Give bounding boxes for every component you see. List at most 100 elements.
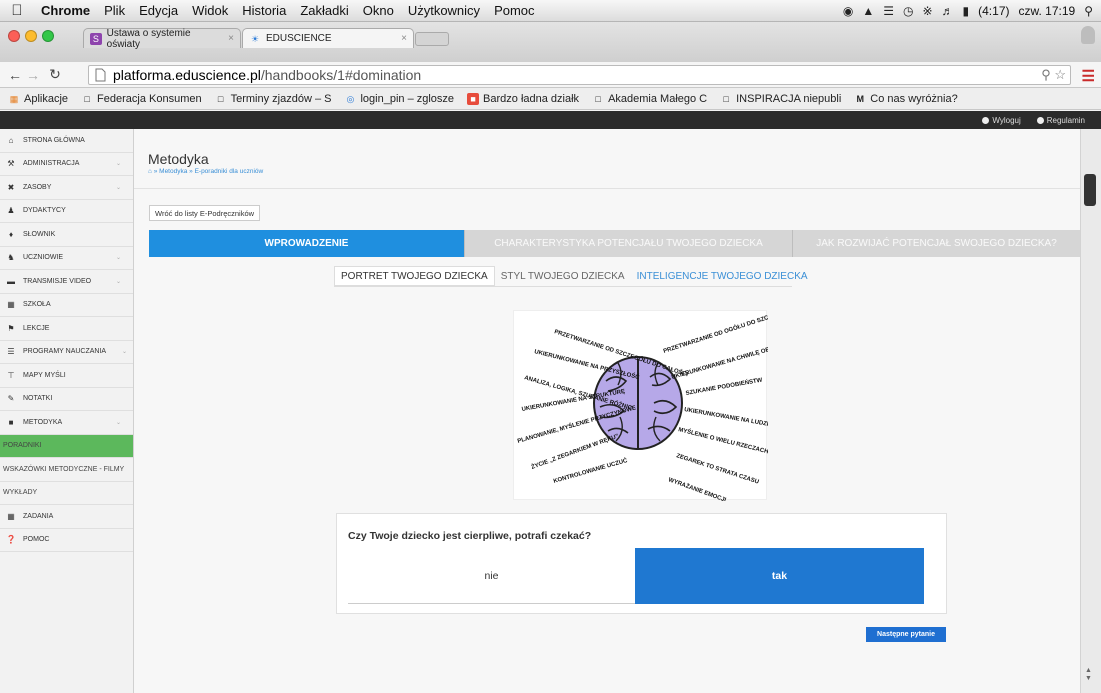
- building-icon: ▦: [7, 300, 15, 310]
- sidebar-subitem-guides[interactable]: PORADNIKI: [0, 434, 133, 458]
- answer-yes-button[interactable]: tak: [635, 548, 924, 604]
- page-header: Metodyka ⌂ » Metodyka » E-poradniki dla …: [134, 129, 1080, 189]
- battery-icon[interactable]: ▮: [963, 4, 970, 18]
- book-icon: ♦: [8, 229, 14, 239]
- page-scrollbar[interactable]: ▲ ▼: [1080, 129, 1101, 693]
- bookmark-item[interactable]: □ Federacja Konsumen: [81, 93, 201, 105]
- bookmark-star-icon[interactable]: ⚲ ☆: [1041, 67, 1070, 83]
- volume-icon[interactable]: ♬: [942, 4, 954, 18]
- bookmark-item[interactable]: □ Terminy zjazdów – S: [215, 93, 332, 105]
- new-tab-button[interactable]: [415, 32, 449, 46]
- tab-eduscience[interactable]: ☀ EDUSCIENCE ×: [242, 28, 414, 48]
- menu-pomoc[interactable]: Pomoc: [487, 3, 541, 18]
- close-tab-icon[interactable]: ×: [401, 33, 407, 44]
- clock[interactable]: czw. 17:19: [1019, 4, 1076, 18]
- next-question-button[interactable]: Następne pytanie: [866, 627, 946, 642]
- sidebar-item-curricula[interactable]: ☰ PROGRAMY NAUCZANIA ⌄: [0, 341, 133, 364]
- page-icon: □: [84, 93, 90, 104]
- menu-historia[interactable]: Historia: [235, 3, 293, 18]
- chevron-down-icon: ⌄: [115, 255, 121, 262]
- bookmark-item[interactable]: ■ Bardzo ładna działk: [467, 92, 579, 105]
- regulations-link[interactable]: Regulamin: [1036, 116, 1085, 125]
- page-icon: [95, 68, 106, 82]
- menu-zakladki[interactable]: Zakładki: [293, 3, 355, 18]
- bluetooth-icon[interactable]: ※: [922, 4, 932, 18]
- address-bar[interactable]: platforma.eduscience.pl /handbooks/1#dom…: [88, 65, 1071, 85]
- menu-app-name[interactable]: Chrome: [34, 3, 97, 18]
- breadcrumb[interactable]: ⌂ » Metodyka » E-poradniki dla uczniów: [148, 168, 263, 175]
- chrome-menu-icon[interactable]: ☰: [1082, 67, 1095, 85]
- sidebar-item-mindmaps[interactable]: ⊤ MAPY MYŚLI: [0, 364, 133, 388]
- browser-tabstrip: S Ustawa o systemie oświaty × ☀ EDUSCIEN…: [0, 22, 1101, 62]
- spotlight-search-icon[interactable]: ⚲: [1084, 4, 1093, 18]
- bookmark-item[interactable]: □ INSPIRACJA niepubli: [720, 93, 841, 105]
- sidebar-item-resources[interactable]: ✖ ZASOBY ⌄: [0, 176, 133, 200]
- tab-introduction[interactable]: WPROWADZENIE: [149, 230, 465, 257]
- window-controls: [8, 30, 54, 42]
- brain-label: UKIERUNKOWANIE NA LUDZI: [684, 407, 768, 428]
- mindmap-icon: ⊤: [7, 370, 15, 380]
- chevron-down-icon: ⌄: [115, 161, 121, 168]
- bookmark-item[interactable]: ◎ login_pin – zglosze: [344, 93, 455, 105]
- sidebar-item-video[interactable]: ▬ TRANSMISJE VIDEO ⌄: [0, 270, 133, 294]
- pencil-icon: ✎: [7, 394, 15, 404]
- sidebar-item-dictionary[interactable]: ♦ SŁOWNIK: [0, 223, 133, 247]
- sidebar-item-school[interactable]: ▦ SZKOŁA: [0, 294, 133, 317]
- minimize-window-button[interactable]: [25, 30, 37, 42]
- ghost-status-icon[interactable]: ◉: [843, 4, 853, 18]
- wrench-icon: ⚒: [7, 159, 15, 169]
- menu-uzytkownicy[interactable]: Użytkownicy: [401, 3, 487, 18]
- sidebar-item-help[interactable]: ❓ POMOC: [0, 529, 133, 552]
- users-icon: ♟: [7, 206, 15, 216]
- brain-label: ZEGAREK TO STRATA CZASU: [675, 453, 759, 485]
- sidebar-item-students[interactable]: ♞ UCZNIOWIE ⌄: [0, 247, 133, 270]
- page-title: Metodyka: [148, 151, 209, 167]
- zoom-window-button[interactable]: [42, 30, 54, 42]
- url-host: platforma.eduscience.pl: [113, 67, 261, 83]
- wifi-icon[interactable]: ☰: [883, 4, 894, 18]
- bell-status-icon[interactable]: ▲: [862, 4, 874, 18]
- forward-arrow-icon[interactable]: →: [24, 67, 42, 83]
- sidebar-item-home[interactable]: ⌂ STRONA GŁÓWNA: [0, 129, 133, 153]
- tab-ustawa[interactable]: S Ustawa o systemie oświaty ×: [83, 28, 241, 50]
- menu-okno[interactable]: Okno: [356, 3, 401, 18]
- sidebar-item-teachers[interactable]: ♟ DYDAKTYCY: [0, 200, 133, 223]
- menu-edycja[interactable]: Edycja: [132, 3, 185, 18]
- tab-how-to-develop[interactable]: JAK ROZWIJAĆ POTENCJAŁ SWOJEGO DZIECKA?: [793, 230, 1080, 257]
- profile-icon[interactable]: [1081, 26, 1095, 44]
- tab-characteristics[interactable]: CHARAKTERYSTYKA POTENCJAŁU TWOJEGO DZIEC…: [465, 230, 793, 257]
- reload-icon[interactable]: ↻: [46, 66, 64, 83]
- back-to-list-button[interactable]: Wróć do listy E-Podręczników: [149, 205, 261, 221]
- sidebar-subitem-method-films[interactable]: WSKAZÓWKI METODYCZNE - FILMY: [0, 458, 133, 482]
- close-window-button[interactable]: [8, 30, 20, 42]
- apple-icon[interactable]: : [0, 2, 34, 19]
- question-text: Czy Twoje dziecko jest cierpliwe, potraf…: [348, 530, 592, 542]
- time-machine-icon[interactable]: ◷: [903, 4, 913, 18]
- chevron-down-icon: ⌄: [115, 184, 121, 191]
- bookmark-item[interactable]: ▦ Aplikacje: [8, 93, 68, 105]
- scroll-arrows-icon[interactable]: ▲ ▼: [1085, 667, 1092, 683]
- back-arrow-icon[interactable]: ←: [6, 67, 24, 83]
- sidebar-item-tasks[interactable]: ▦ ZADANIA: [0, 505, 133, 529]
- subtab-intelligences[interactable]: INTELIGENCJE TWOJEGO DZIECKA: [631, 266, 814, 286]
- subtab-style[interactable]: STYL TWOJEGO DZIECKA: [495, 266, 631, 286]
- sidebar-subitem-lectures[interactable]: WYKŁADY: [0, 482, 133, 505]
- logout-link[interactable]: Wyloguj: [982, 116, 1021, 125]
- help-icon: ❓: [6, 535, 16, 545]
- subtab-portrait[interactable]: PORTRET TWOJEGO DZIECKA: [334, 266, 495, 286]
- sidebar-item-administration[interactable]: ⚒ ADMINISTRACJA ⌄: [0, 153, 133, 176]
- menu-widok[interactable]: Widok: [185, 3, 235, 18]
- sidebar-item-lessons[interactable]: ⚑ LEKCJE: [0, 317, 133, 341]
- sidebar-item-notes[interactable]: ✎ NOTATKI: [0, 388, 133, 411]
- scroll-thumb[interactable]: [1084, 174, 1096, 206]
- bookmark-item[interactable]: M Co nas wyróżnia?: [854, 93, 958, 105]
- sidebar-item-methodology[interactable]: ■ METODYKA ⌄: [0, 411, 133, 435]
- sub-tabs: PORTRET TWOJEGO DZIECKA STYL TWOJEGO DZI…: [334, 266, 814, 286]
- close-tab-icon[interactable]: ×: [228, 33, 234, 44]
- tab-favicon-icon: ☀: [250, 33, 260, 44]
- bookmarks-bar: ▦ Aplikacje □ Federacja Konsumen □ Termi…: [0, 88, 1101, 110]
- answer-no-button[interactable]: nie: [348, 548, 635, 604]
- brain-diagram: PRZETWARZANIE OD SZCZEGÓŁU DO CAŁOŚCI UK…: [513, 305, 793, 504]
- bookmark-item[interactable]: □ Akademia Małego C: [592, 93, 707, 105]
- menu-plik[interactable]: Plik: [97, 3, 132, 18]
